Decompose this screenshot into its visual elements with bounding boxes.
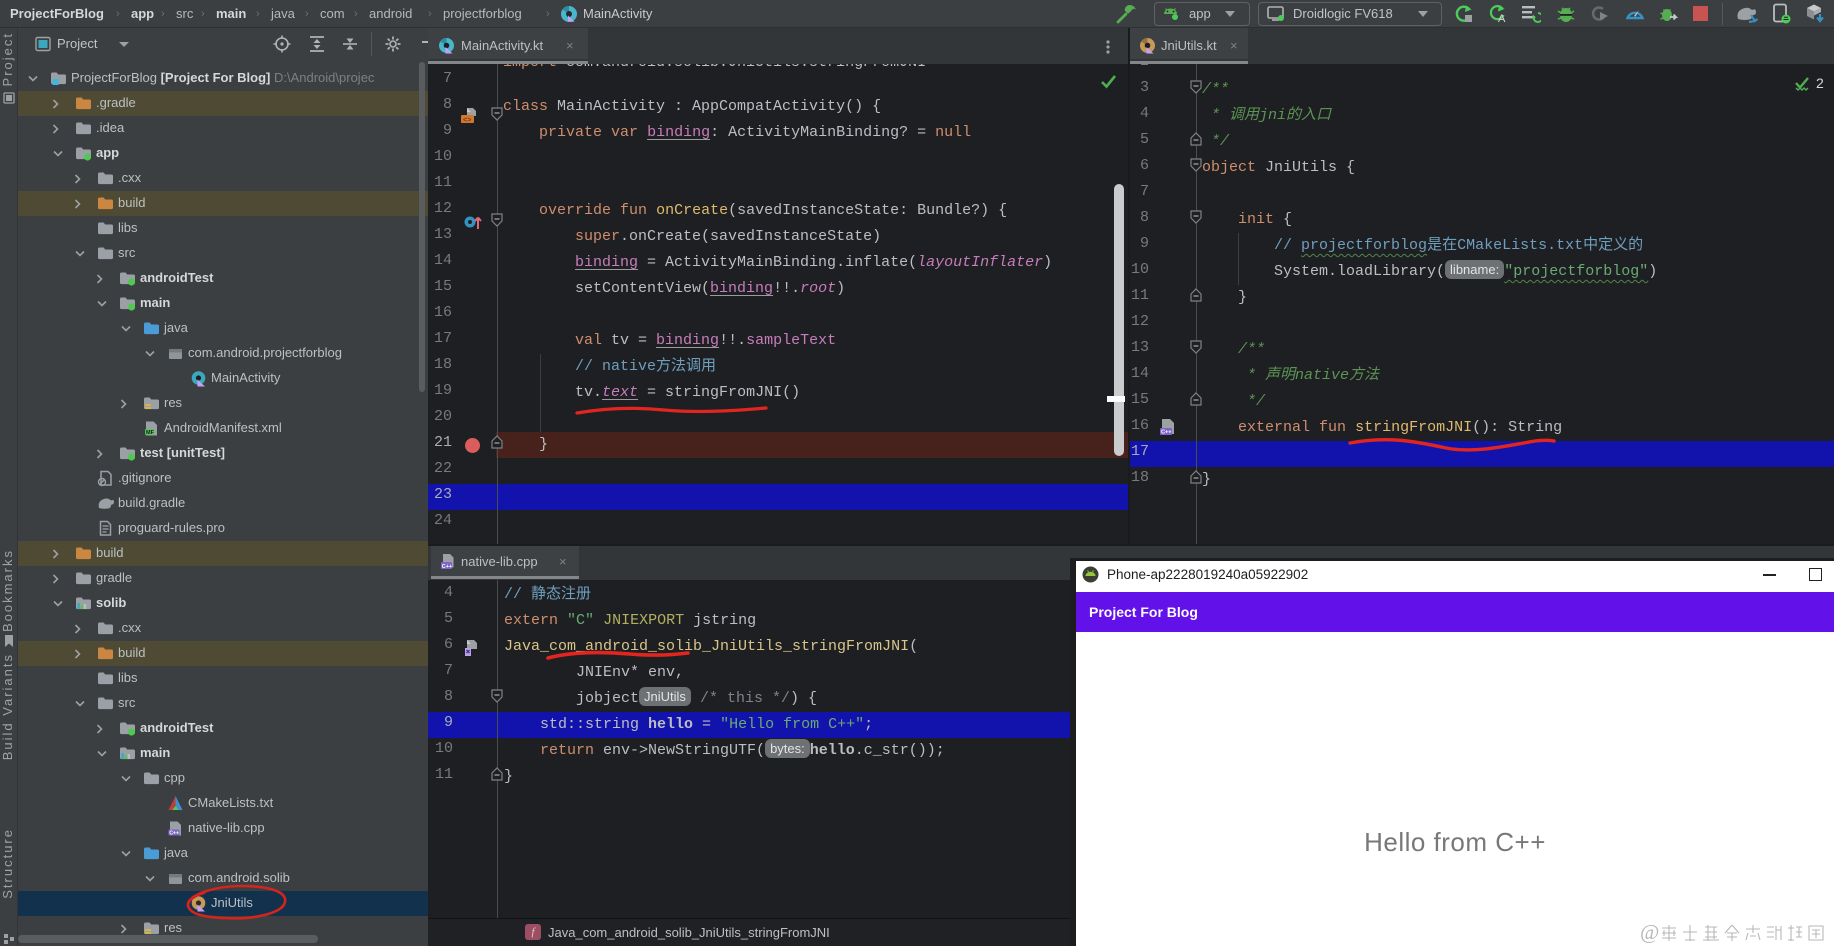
svg-text:C++: C++ bbox=[442, 564, 452, 570]
svg-text:C++: C++ bbox=[1161, 430, 1172, 436]
svg-text:<>: <> bbox=[463, 117, 471, 125]
svg-text:C++: C++ bbox=[169, 830, 179, 836]
svg-text:@: @ bbox=[1640, 923, 1659, 943]
svg-text:A: A bbox=[1498, 13, 1506, 24]
svg-text:MF: MF bbox=[146, 430, 155, 436]
